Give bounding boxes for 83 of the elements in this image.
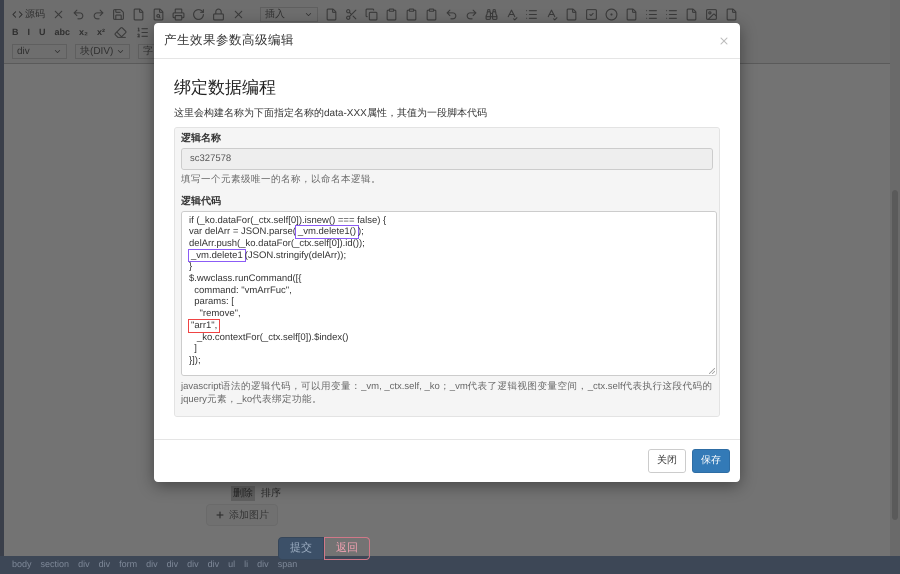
breadcrumb-item[interactable]: div: [257, 558, 269, 572]
scissors-icon[interactable]: [345, 8, 358, 20]
breadcrumb-item[interactable]: form: [119, 558, 138, 572]
logic-name-field[interactable]: sc327578: [181, 148, 713, 170]
clipboard-icon[interactable]: [385, 8, 398, 20]
image-action-link[interactable]: 排序: [259, 486, 283, 501]
highlighted-code: _vm.delete1: [189, 250, 245, 262]
help-text: 填写一个元素级唯一的名称，以命名本逻辑。: [181, 174, 382, 186]
description-text: 这里会构建名称为下面指定名称的data-XXX属性，其值为一段脚本代码: [174, 106, 488, 120]
breadcrumb-item[interactable]: div: [78, 558, 90, 572]
file-icon[interactable]: [132, 8, 145, 20]
save-icon[interactable]: [112, 8, 125, 20]
breadcrumb-item[interactable]: li: [244, 558, 248, 572]
highlighted-code: "arr1",: [189, 320, 220, 332]
source-button[interactable]: 源码: [12, 6, 45, 22]
highlighted-code: _vm.delete1(): [296, 226, 358, 238]
undo-icon[interactable]: [72, 8, 85, 20]
breadcrumb-item[interactable]: div: [208, 558, 220, 572]
code-line: _ko.contextFor(_ctx.self[0]).$index(): [196, 332, 348, 344]
breadcrumb-item[interactable]: span: [278, 558, 298, 572]
numbered-list-icon[interactable]: [136, 26, 150, 39]
code-line: command: "vmArrFuc",: [193, 284, 292, 296]
code-line: }]);: [189, 354, 201, 367]
copy-icon[interactable]: [365, 8, 378, 20]
submit-button[interactable]: 提交: [278, 537, 324, 560]
section-heading: 绑定数据编程: [174, 77, 277, 99]
dialog-button[interactable]: 关闭: [648, 448, 686, 472]
checkbox-icon[interactable]: [585, 8, 598, 20]
back-button[interactable]: 返回: [324, 537, 370, 560]
field-label: 逻辑代码: [181, 196, 222, 208]
code-editor[interactable]: [181, 210, 717, 376]
field-label: 逻辑名称: [181, 132, 222, 144]
breadcrumb-item[interactable]: div: [98, 558, 110, 572]
plus-icon: [215, 510, 225, 520]
binoculars-icon[interactable]: [485, 8, 498, 20]
close-icon[interactable]: [232, 8, 245, 20]
breadcrumb-item[interactable]: div: [187, 558, 199, 572]
scrollbar[interactable]: [890, 0, 900, 556]
code-icon: [12, 8, 23, 20]
spellcheck-icon[interactable]: [545, 8, 558, 20]
breadcrumb-item[interactable]: div: [166, 558, 178, 572]
add-image-button[interactable]: 添加图片: [206, 504, 278, 526]
code-line: params: [: [193, 296, 234, 308]
code-line: delArr.push(_ko.dataFor(_ctx.self[0]).id());: [189, 238, 365, 250]
dialog-title: 产生效果参数高级编辑: [164, 32, 294, 50]
resize-grip-icon[interactable]: [709, 368, 715, 374]
printer-icon[interactable]: [172, 8, 185, 20]
radio-icon[interactable]: [605, 8, 618, 20]
spellcheck-icon[interactable]: [505, 8, 518, 20]
image-icon[interactable]: [705, 8, 718, 20]
style-dropdown[interactable]: 块(DIV): [75, 44, 130, 58]
format-button[interactable]: x₂: [79, 26, 88, 40]
redo-icon[interactable]: [465, 8, 478, 20]
undo-icon[interactable]: [445, 8, 458, 20]
format-button[interactable]: abc: [54, 26, 70, 40]
breadcrumb-item[interactable]: body: [12, 558, 32, 572]
file-icon[interactable]: [325, 8, 338, 20]
breadcrumb-item[interactable]: div: [146, 558, 158, 572]
close-icon[interactable]: [52, 8, 65, 20]
format-button[interactable]: B: [12, 26, 18, 40]
lock-icon[interactable]: [212, 8, 225, 20]
close-icon[interactable]: [718, 34, 730, 46]
format-button[interactable]: I: [28, 26, 30, 40]
code-line: ]: [193, 343, 197, 355]
breadcrumb-item[interactable]: section: [40, 558, 70, 572]
redo-icon[interactable]: [92, 8, 105, 20]
code-text: var delArr = JSON.parse(: [189, 226, 296, 238]
preview-icon[interactable]: [152, 8, 165, 20]
code-line: }: [189, 261, 192, 274]
eraser-icon[interactable]: [114, 26, 128, 39]
code-line: $.wwclass.runCommand([{: [189, 273, 302, 285]
format-button[interactable]: U: [39, 26, 46, 40]
insert-dropdown[interactable]: 插入: [260, 6, 318, 22]
clipboard-icon[interactable]: [405, 8, 418, 20]
refresh-icon[interactable]: [192, 8, 205, 20]
dialog-button[interactable]: 保存: [692, 448, 730, 472]
clipboard-icon[interactable]: [425, 8, 438, 20]
help-text: javascript语法的逻辑代码，可以用变量：_vm, _ctx.self, _ko；_vm代表了逻辑视图变量空间，_ctx.self代表执行这段代码的jquery元素，_ko代表绑定功能。: [181, 380, 713, 406]
code-line: "remove",: [198, 308, 241, 320]
style-dropdown[interactable]: div: [12, 44, 67, 58]
format-button[interactable]: x²: [97, 26, 106, 40]
code-line: if (_ko.dataFor(_ctx.self[0]).isnew() === false) {: [189, 214, 386, 226]
breadcrumb-item[interactable]: ul: [228, 558, 236, 572]
